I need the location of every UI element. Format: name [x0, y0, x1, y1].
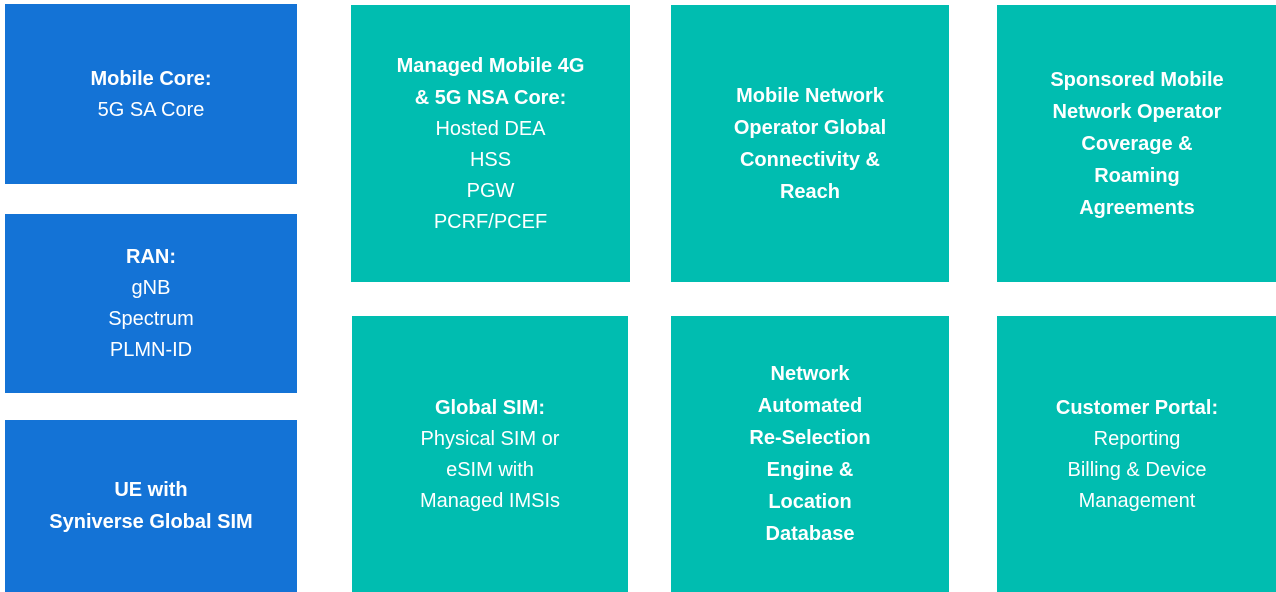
mobile-core-tile: Mobile Core: 5G SA Core [5, 4, 297, 184]
global-sim-line: eSIM with [446, 458, 534, 481]
customer-portal-line: Billing & Device [1067, 458, 1207, 481]
managed-mobile-core-line: Hosted DEA [435, 117, 546, 140]
ran-line: gNB [131, 277, 171, 299]
sponsored-mno-tile: Sponsored Mobile Network Operator Covera… [997, 5, 1276, 282]
ran-line: Spectrum [108, 308, 194, 330]
customer-portal-title: Customer Portal: [1055, 396, 1219, 419]
managed-mobile-core-line: PGW [466, 179, 515, 202]
ran-line: PLMN-ID [109, 339, 193, 361]
ue-tile: UE with Syniverse Global SIM [5, 420, 297, 592]
global-sim-tile: Global SIM: Physical SIM or eSIM with Ma… [352, 316, 628, 592]
mno-global-connectivity-tile: Mobile Network Operator Global Connectiv… [671, 5, 949, 282]
ran-title: RAN: [126, 246, 176, 268]
mno-global-connectivity-title: Mobile Network Operator Global Connectiv… [733, 84, 887, 203]
customer-portal-tile: Customer Portal: Reporting Billing & Dev… [997, 316, 1276, 592]
network-automated-reselection-title: Network Automated Re-Selection Engine & … [749, 363, 871, 545]
customer-portal-line: Management [1078, 489, 1196, 512]
global-sim-line: Physical SIM or [420, 427, 560, 450]
global-sim-title: Global SIM: [435, 396, 545, 419]
managed-mobile-core-line: PCRF/PCEF [433, 210, 548, 233]
sponsored-mno-title: Sponsored Mobile Network Operator Covera… [1050, 68, 1224, 219]
managed-mobile-core-title: Managed Mobile 4G & 5G NSA Core: [396, 54, 585, 109]
mobile-core-line: 5G SA Core [97, 98, 205, 121]
global-sim-line: Managed IMSIs [419, 489, 561, 512]
ue-title: UE with Syniverse Global SIM [49, 479, 253, 533]
network-automated-reselection-tile: Network Automated Re-Selection Engine & … [671, 316, 949, 592]
managed-mobile-core-tile: Managed Mobile 4G & 5G NSA Core: Hosted … [351, 5, 630, 282]
managed-mobile-core-line: HSS [469, 148, 512, 171]
ran-tile: RAN: gNB Spectrum PLMN-ID [5, 214, 297, 393]
mobile-core-title: Mobile Core: [90, 67, 212, 90]
customer-portal-line: Reporting [1093, 427, 1181, 450]
